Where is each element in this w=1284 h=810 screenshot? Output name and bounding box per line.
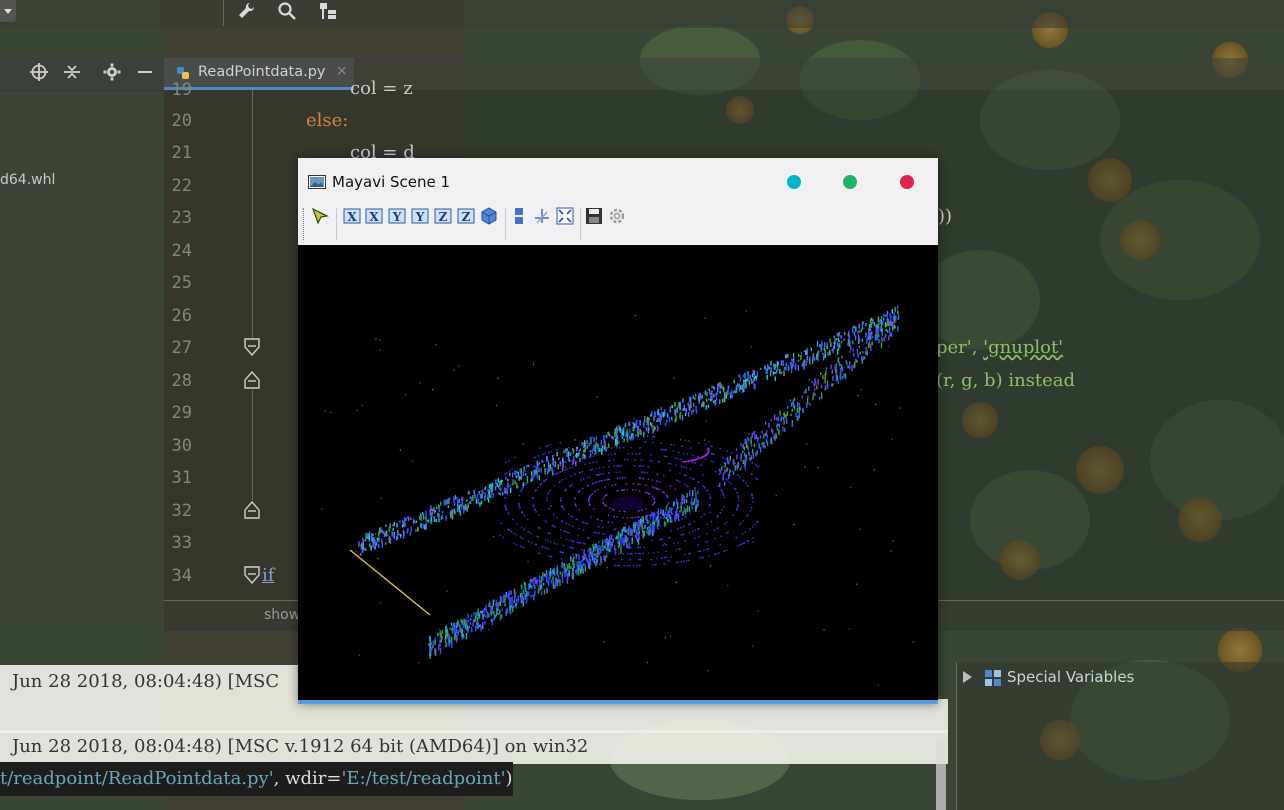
special-variables-icon bbox=[985, 670, 1001, 686]
line-number: 33 bbox=[171, 533, 192, 553]
save-icon[interactable] bbox=[585, 207, 603, 225]
view-x-plus-icon[interactable]: X bbox=[343, 207, 361, 225]
mayavi-toolbar: X X Y Y Z Z bbox=[298, 204, 938, 244]
editor-tab-bar: ReadPointdata.py × bbox=[164, 58, 1284, 90]
view-z-plus-icon[interactable]: Z bbox=[434, 207, 452, 225]
tab-label: ReadPointdata.py bbox=[198, 64, 326, 80]
toolbar-separator bbox=[580, 208, 581, 240]
wrench-icon[interactable] bbox=[234, 1, 258, 23]
fold-marker-icon[interactable] bbox=[244, 501, 260, 519]
tab-close-icon[interactable]: × bbox=[336, 63, 348, 79]
hide-icon[interactable] bbox=[134, 63, 156, 85]
collapse-icon[interactable] bbox=[61, 63, 83, 85]
window-bottom-border bbox=[298, 700, 938, 704]
parallel-projection-icon[interactable] bbox=[510, 207, 528, 225]
code-line-28-tail: (r, g, b) instead bbox=[936, 370, 1076, 391]
project-tree bbox=[0, 90, 164, 630]
svg-text:X: X bbox=[369, 210, 379, 224]
svg-text:Z: Z bbox=[439, 210, 448, 224]
line-number: 19 bbox=[171, 80, 192, 100]
line-number: 27 bbox=[171, 338, 192, 358]
point-cloud-points bbox=[321, 305, 914, 686]
isometric-icon[interactable] bbox=[480, 207, 498, 225]
breadcrumb-label: show bbox=[264, 607, 301, 623]
svg-text:Y: Y bbox=[392, 210, 402, 224]
line-number: 24 bbox=[171, 241, 192, 261]
python-file-icon bbox=[177, 67, 189, 79]
console-runfile-line: t/readpoint/ReadPointdata.py', wdir='E:/… bbox=[0, 762, 513, 796]
maximize-button[interactable] bbox=[843, 175, 857, 189]
gear-icon[interactable] bbox=[101, 63, 123, 85]
toolbar-separator bbox=[336, 208, 337, 240]
console-wdir: 'E:/test/readpoint' bbox=[341, 768, 506, 789]
line-number: 25 bbox=[171, 273, 192, 293]
svg-text:X: X bbox=[347, 210, 357, 224]
code-line-27-tail: per', 'gnuplot' bbox=[936, 337, 1063, 358]
search-icon[interactable] bbox=[275, 1, 299, 23]
console-spacer bbox=[0, 699, 948, 733]
code-string-underlined: 'gnuplot' bbox=[983, 337, 1064, 358]
fold-marker-icon[interactable] bbox=[244, 338, 260, 356]
line-number: 28 bbox=[171, 371, 192, 391]
fold-marker-icon[interactable] bbox=[244, 371, 260, 389]
view-y-minus-icon[interactable]: Y bbox=[411, 207, 429, 225]
console-line: Jun 28 2018, 08:04:48) [MSC v.1912 64 bi… bbox=[0, 730, 948, 764]
point-cloud-canvas bbox=[321, 305, 914, 686]
line-number: 30 bbox=[171, 436, 192, 456]
indent-guide bbox=[252, 90, 253, 338]
line-number: 34 bbox=[171, 566, 192, 586]
view-x-minus-icon[interactable]: X bbox=[365, 207, 383, 225]
run-config-dropdown[interactable] bbox=[0, 0, 16, 22]
console-path: t/readpoint/ReadPointdata.py' bbox=[0, 768, 274, 789]
console-scrollbar[interactable] bbox=[936, 742, 946, 810]
line-number: 26 bbox=[171, 306, 192, 326]
console-text: ) bbox=[505, 768, 513, 789]
locate-icon[interactable] bbox=[28, 63, 50, 85]
console-line: Jun 28 2018, 08:04:48) [MSC bbox=[0, 665, 302, 699]
settings-icon[interactable] bbox=[608, 207, 626, 225]
toolbar-separator bbox=[223, 0, 224, 26]
svg-text:Y: Y bbox=[415, 210, 425, 224]
toolbar-grip bbox=[303, 208, 305, 240]
svg-text:Z: Z bbox=[462, 210, 471, 224]
scene-window-icon bbox=[308, 175, 326, 189]
fold-marker-icon[interactable] bbox=[244, 566, 260, 584]
line-number: 22 bbox=[171, 176, 192, 196]
tab-readpointdata[interactable]: ReadPointdata.py × bbox=[164, 58, 354, 90]
code-string: per', bbox=[936, 337, 984, 358]
indent-guide bbox=[252, 390, 253, 500]
point-cloud-render[interactable] bbox=[298, 245, 938, 700]
ide-toolbar bbox=[0, 0, 1284, 28]
line-number-gutter: 19 20 21 22 23 24 25 26 27 28 29 30 31 3… bbox=[164, 80, 260, 600]
toolbar-separator bbox=[505, 208, 506, 240]
close-button[interactable] bbox=[900, 175, 914, 189]
line-number: 23 bbox=[171, 208, 192, 228]
view-y-plus-icon[interactable]: Y bbox=[388, 207, 406, 225]
line-number: 32 bbox=[171, 501, 192, 521]
mayavi-title-bar[interactable]: Mayavi Scene 1 bbox=[298, 158, 938, 204]
code-line-19: col = z bbox=[350, 78, 413, 99]
expand-arrow-icon[interactable] bbox=[963, 671, 972, 683]
line-number: 31 bbox=[171, 468, 192, 488]
line-number: 20 bbox=[171, 111, 192, 131]
project-panel-header bbox=[0, 58, 164, 91]
project-file-item[interactable]: d64.whl bbox=[0, 172, 55, 188]
axes-icon[interactable] bbox=[533, 207, 551, 225]
code-line-34: if bbox=[262, 565, 275, 586]
minimize-button[interactable] bbox=[787, 175, 801, 189]
view-z-minus-icon[interactable]: Z bbox=[457, 207, 475, 225]
pick-icon[interactable] bbox=[311, 207, 329, 225]
code-line-20: else: bbox=[306, 110, 349, 131]
structure-icon[interactable] bbox=[316, 1, 340, 23]
special-variables-label[interactable]: Special Variables bbox=[1007, 668, 1134, 686]
mayavi-title: Mayavi Scene 1 bbox=[332, 173, 451, 191]
code-line-23-tail: )) bbox=[938, 206, 953, 227]
line-number: 29 bbox=[171, 403, 192, 423]
variables-panel: Special Variables bbox=[956, 662, 1284, 810]
fullscreen-icon[interactable] bbox=[556, 207, 574, 225]
console-text: , wdir= bbox=[273, 768, 342, 789]
mayavi-window: Mayavi Scene 1 X X Y Y Z Z bbox=[298, 158, 938, 704]
line-number: 21 bbox=[171, 143, 192, 163]
